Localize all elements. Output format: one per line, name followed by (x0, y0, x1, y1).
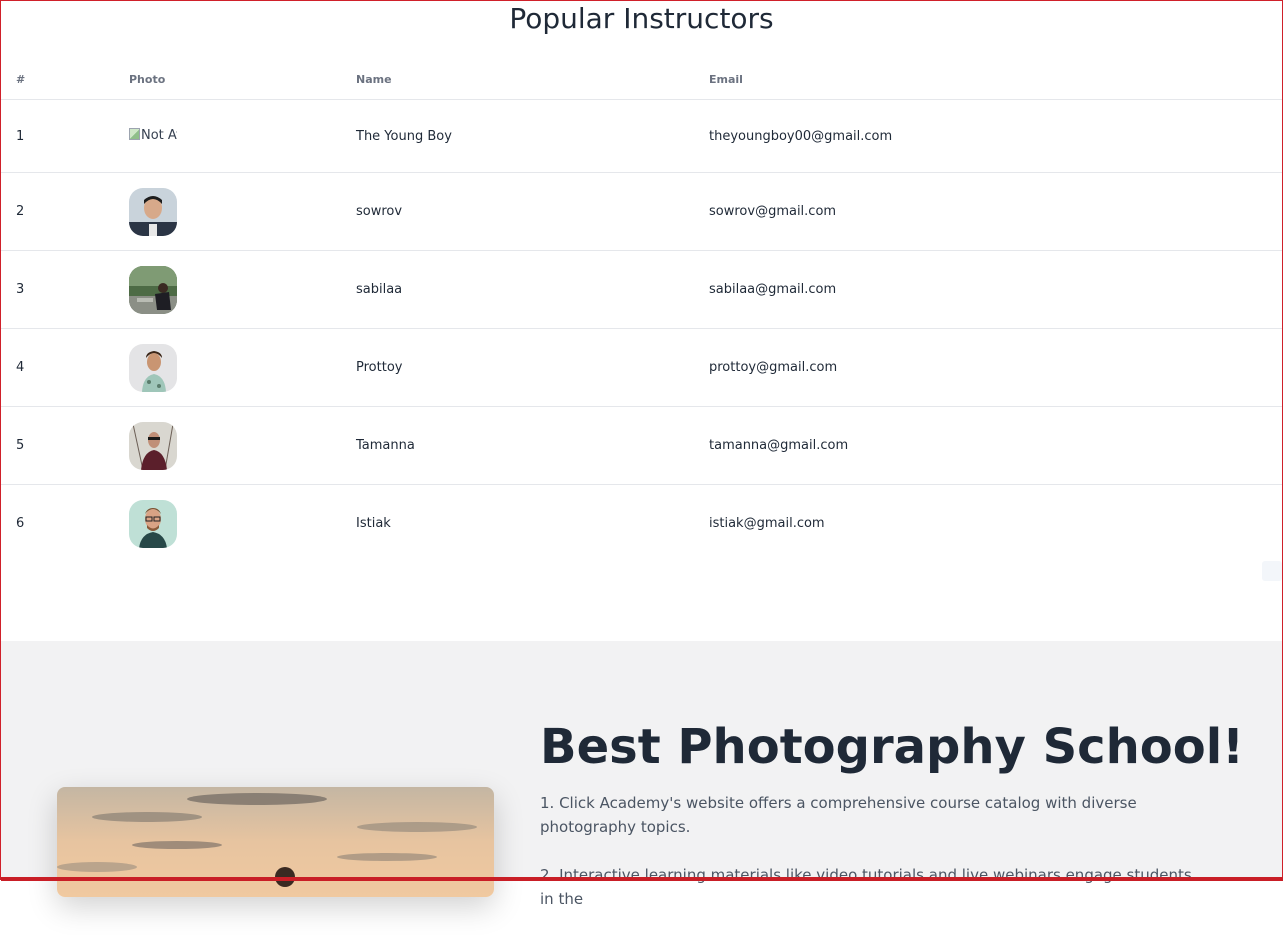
instructor-avatar (129, 187, 177, 236)
photo-cell (114, 328, 341, 407)
instructor-avatar (129, 421, 177, 470)
table-row: 4 Prottoy prottoy@gmail.com (1, 328, 1282, 407)
broken-image: Not Available (129, 126, 177, 146)
instructor-name: Istiak (356, 516, 391, 531)
table-header-row: # Photo Name Email (1, 59, 1282, 100)
instructor-email: sabilaa@gmail.com (694, 250, 1282, 329)
instructor-email: sowrov@gmail.com (694, 172, 1282, 251)
header-name: Name (341, 59, 694, 100)
instructor-name: The Young Boy (341, 99, 694, 173)
instructor-name: sowrov (341, 172, 694, 251)
instructor-email: prottoy@gmail.com (694, 328, 1282, 407)
promo-title: Best Photography School! (540, 719, 1245, 775)
photo-cell (114, 250, 341, 329)
instructor-name: Prottoy (341, 328, 694, 407)
instructor-email: theyoungboy00@gmail.com (694, 99, 1282, 173)
header-number: # (1, 59, 114, 100)
instructor-avatar (129, 499, 177, 548)
photo-cell (114, 485, 341, 563)
table-row: 1 Not Available The Young Boy theyoungbo… (1, 99, 1282, 173)
table-row: 5 Tamanna tamanna@gmail.com (1, 406, 1282, 485)
photo-cell: Not Available (114, 99, 341, 173)
instructor-name: Tamanna (341, 406, 694, 485)
section-title: Popular Instructors (509, 2, 774, 35)
row-number: 6 (16, 516, 25, 531)
photo-cell (114, 172, 341, 251)
row-number: 4 (1, 328, 114, 407)
row-number: 3 (1, 250, 114, 329)
table-row: 2 sowrov sowrov@gmail.com (1, 172, 1282, 251)
promo-paragraph: 1. Click Academy's website offers a comp… (540, 794, 1137, 836)
header-email: Email (694, 59, 1282, 100)
instructor-name: sabilaa (341, 250, 694, 329)
table-row: 6 Istiak istiak@gmail.com (1, 485, 1282, 563)
row-number: 1 (1, 99, 114, 173)
promo-section: Best Photography School! 1. Click Academ… (1, 641, 1282, 908)
scroll-indicator[interactable] (1262, 561, 1282, 581)
broken-image-icon (129, 128, 140, 140)
promo-text: 1. Click Academy's website offers a comp… (540, 791, 1200, 935)
instructor-avatar (129, 265, 177, 314)
row-number: 2 (1, 172, 114, 251)
header-photo: Photo (114, 59, 341, 100)
instructors-table: # Photo Name Email 1 Not Available The Y… (1, 59, 1282, 562)
table-row: 3 sabilaa sabilaa@gmail.com (1, 250, 1282, 329)
instructor-avatar (129, 343, 177, 392)
image-alt-text: Not Available (141, 128, 177, 143)
bottom-border (1, 877, 1283, 881)
promo-paragraph: 2. Interactive learning materials like v… (540, 866, 1192, 908)
row-number: 5 (1, 406, 114, 485)
photo-cell (114, 406, 341, 485)
instructor-email: istiak@gmail.com (709, 516, 825, 531)
instructor-email: tamanna@gmail.com (694, 406, 1282, 485)
